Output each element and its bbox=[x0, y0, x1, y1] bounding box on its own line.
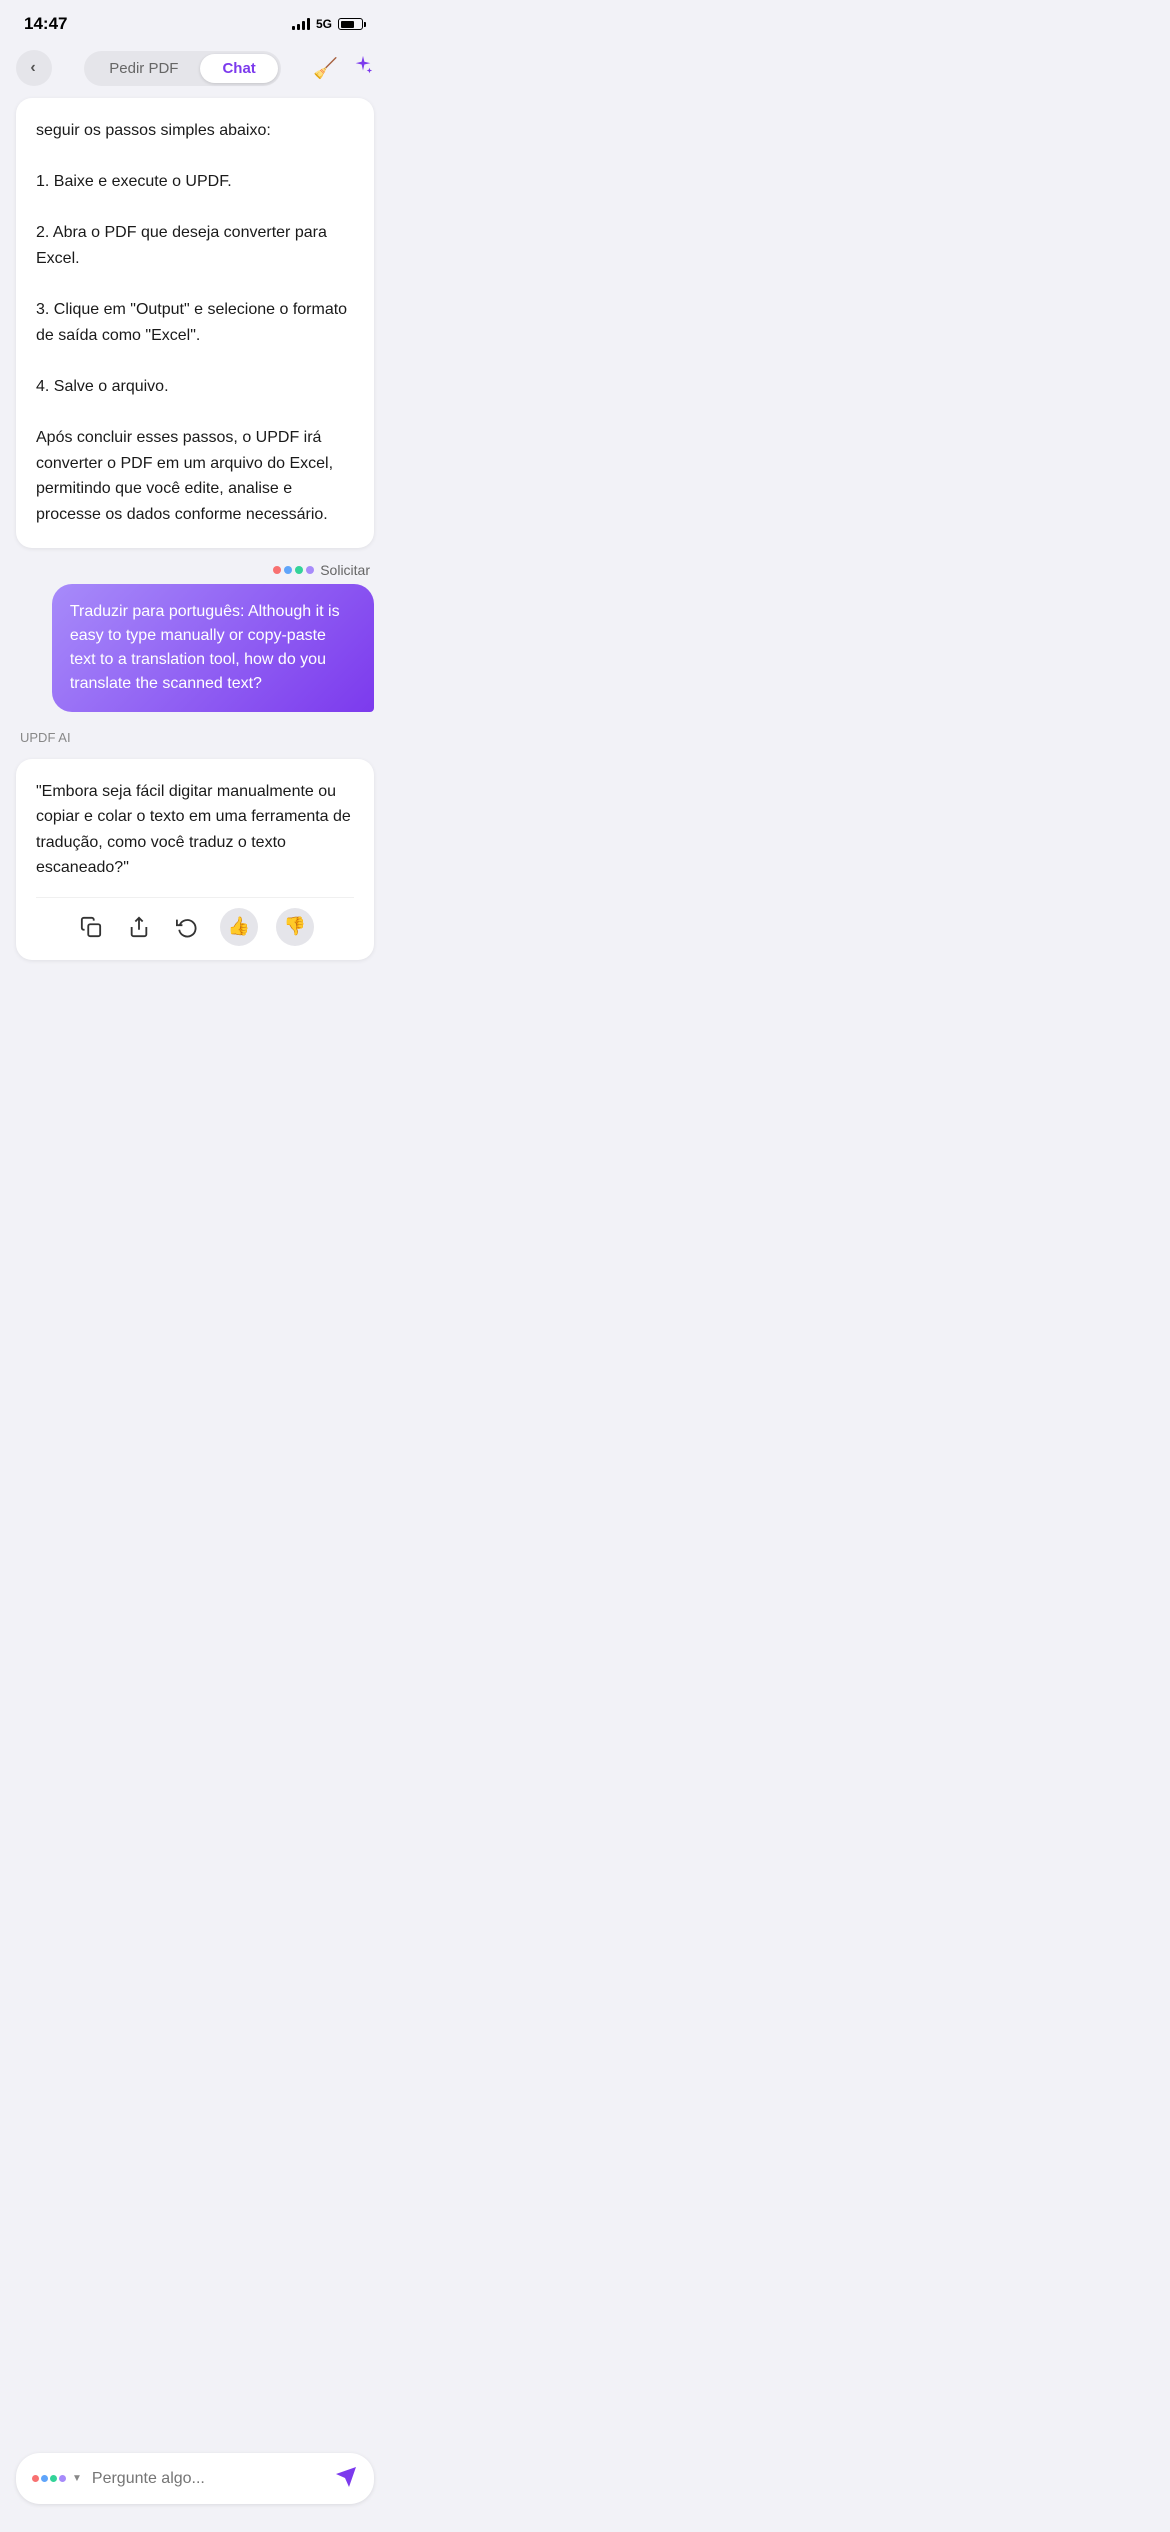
send-icon bbox=[334, 2465, 358, 2489]
chat-input[interactable] bbox=[92, 2470, 324, 2488]
solicitar-text: Solicitar bbox=[320, 562, 370, 578]
back-chevron-icon: ‹ bbox=[30, 60, 35, 76]
network-label: 5G bbox=[316, 17, 332, 31]
ai-response-card: seguir os passos simples abaixo: 1. Baix… bbox=[16, 98, 374, 548]
ai-label: UPDF AI bbox=[16, 730, 374, 745]
copy-button[interactable] bbox=[76, 912, 106, 942]
action-bar: 👍 👎 bbox=[36, 897, 354, 946]
thumbs-down-button[interactable]: 👎 bbox=[276, 908, 314, 946]
sparkle-icon[interactable] bbox=[352, 54, 374, 82]
input-area: ▼ bbox=[0, 2441, 390, 2532]
tab-pedir-pdf[interactable]: Pedir PDF bbox=[87, 54, 200, 83]
input-left: ▼ bbox=[32, 2473, 82, 2484]
ai-response-text: seguir os passos simples abaixo: 1. Baix… bbox=[36, 118, 354, 528]
signal-icon bbox=[292, 18, 310, 30]
user-bubble-text: Traduzir para português: Although it is … bbox=[70, 600, 356, 696]
input-dots bbox=[32, 2475, 66, 2482]
status-bar: 14:47 5G bbox=[0, 0, 390, 42]
dropdown-arrow-icon[interactable]: ▼ bbox=[72, 2473, 82, 2484]
header-icons: 🧹 bbox=[313, 54, 374, 82]
broom-icon[interactable]: 🧹 bbox=[313, 56, 338, 81]
tab-switcher: Pedir PDF Chat bbox=[84, 51, 281, 86]
tab-chat[interactable]: Chat bbox=[200, 54, 277, 83]
battery-icon bbox=[338, 18, 366, 30]
status-time: 14:47 bbox=[24, 14, 67, 34]
send-button[interactable] bbox=[334, 2465, 358, 2492]
status-icons: 5G bbox=[292, 17, 366, 31]
ai-reply-text: "Embora seja fácil digitar manualmente o… bbox=[36, 779, 354, 881]
solicitar-dots bbox=[273, 566, 314, 574]
chat-area: seguir os passos simples abaixo: 1. Baix… bbox=[0, 98, 390, 976]
back-button[interactable]: ‹ bbox=[16, 50, 52, 86]
solicitar-label: Solicitar bbox=[273, 562, 374, 578]
regenerate-button[interactable] bbox=[172, 912, 202, 942]
thumbs-up-button[interactable]: 👍 bbox=[220, 908, 258, 946]
user-bubble: Traduzir para português: Although it is … bbox=[52, 584, 374, 712]
user-message-wrapper: Solicitar Traduzir para português: Altho… bbox=[16, 562, 374, 712]
share-button[interactable] bbox=[124, 912, 154, 942]
ai-reply-card: "Embora seja fácil digitar manualmente o… bbox=[16, 759, 374, 960]
input-container: ▼ bbox=[16, 2453, 374, 2504]
nav-header: ‹ Pedir PDF Chat 🧹 bbox=[0, 42, 390, 98]
